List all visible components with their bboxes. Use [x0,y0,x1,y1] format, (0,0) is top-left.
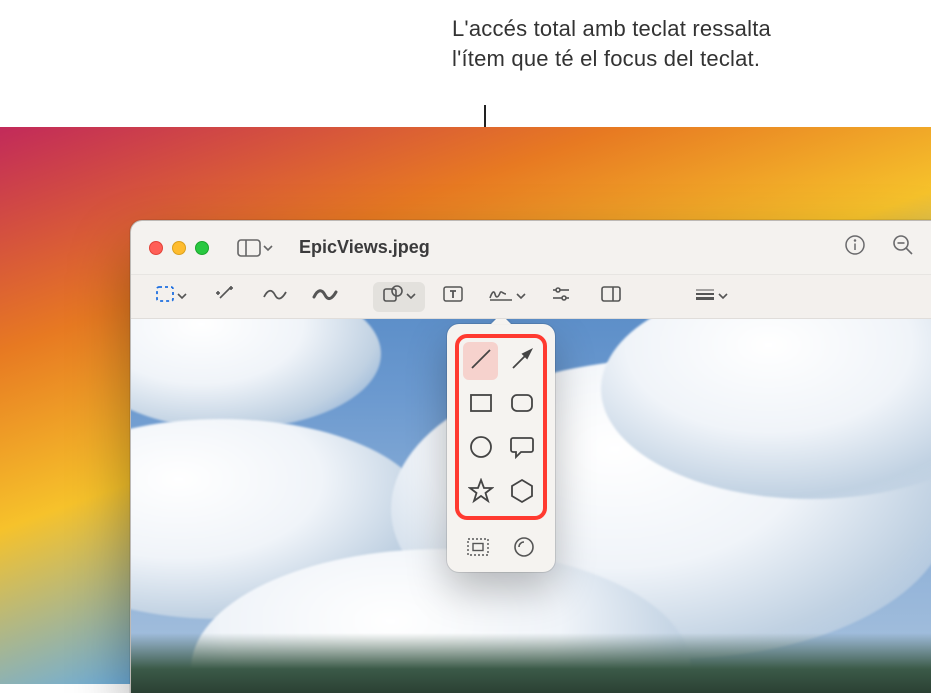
text-icon [442,285,464,308]
signature-icon [488,285,514,308]
arrow-icon [509,346,535,377]
rect-shape-option[interactable] [463,386,498,424]
shapes-icon [382,284,404,309]
speech-bubble-icon [509,435,535,464]
adjust-color-tool-button[interactable] [539,282,583,312]
highlight-mask-icon [466,537,490,562]
adjust-size-icon [600,285,622,308]
hexagon-icon [509,478,535,509]
selection-tool-button[interactable] [145,282,197,312]
chevron-down-icon [718,288,728,306]
round-rect-shape-option[interactable] [504,386,539,424]
annotation-text: L'accés total amb teclat ressalta l'ítem… [452,14,772,73]
keyboard-focus-highlight [455,334,547,520]
chevron-down-icon [177,288,187,306]
shapes-popover [447,324,555,572]
info-button[interactable] [836,230,874,265]
sign-tool-button[interactable] [481,282,533,312]
desktop-wallpaper: EpicViews.jpeg [0,127,931,684]
window-title: EpicViews.jpeg [299,237,430,258]
text-tool-button[interactable] [431,282,475,312]
round-rect-icon [509,392,535,419]
arrow-shape-option[interactable] [504,342,539,380]
speech-bubble-shape-option[interactable] [504,430,539,468]
wand-icon [214,284,236,309]
zoom-out-button[interactable] [884,230,922,265]
image-canvas[interactable] [131,319,931,693]
chevron-down-icon [263,243,273,253]
oval-shape-option[interactable] [463,430,498,468]
shapes-tool-button[interactable] [373,282,425,312]
sidebar-toggle-button[interactable] [237,239,273,257]
close-button[interactable] [149,241,163,255]
fullscreen-button[interactable] [195,241,209,255]
loupe-icon [512,535,536,564]
rect-icon [468,392,494,419]
markup-toolbar [131,275,931,319]
titlebar: EpicViews.jpeg [131,221,931,275]
draw-icon [312,285,338,308]
chevron-down-icon [406,288,416,306]
ground-decor [131,633,931,693]
sidebar-icon [237,239,261,257]
sketch-icon [262,285,288,308]
traffic-lights [149,241,209,255]
instant-alpha-tool-button[interactable] [203,282,247,312]
sliders-icon [550,285,572,308]
loupe-option[interactable] [506,534,542,564]
preview-window: EpicViews.jpeg [130,220,931,693]
highlight-mask-option[interactable] [460,534,496,564]
style-tool-button[interactable] [685,282,737,312]
line-style-icon [694,287,716,306]
star-shape-option[interactable] [463,474,498,512]
info-icon [844,234,866,261]
oval-icon [468,434,494,465]
sketch-tool-button[interactable] [253,282,297,312]
cloud-decor [131,319,381,429]
polygon-shape-option[interactable] [504,474,539,512]
line-shape-option[interactable] [463,342,498,380]
selection-icon [155,285,175,308]
star-icon [468,478,494,509]
zoom-out-icon [892,234,914,261]
chevron-down-icon [516,288,526,306]
shapes-popover-bottom [455,528,547,564]
line-icon [468,346,494,377]
draw-tool-button[interactable] [303,282,347,312]
adjust-size-tool-button[interactable] [589,282,633,312]
minimize-button[interactable] [172,241,186,255]
